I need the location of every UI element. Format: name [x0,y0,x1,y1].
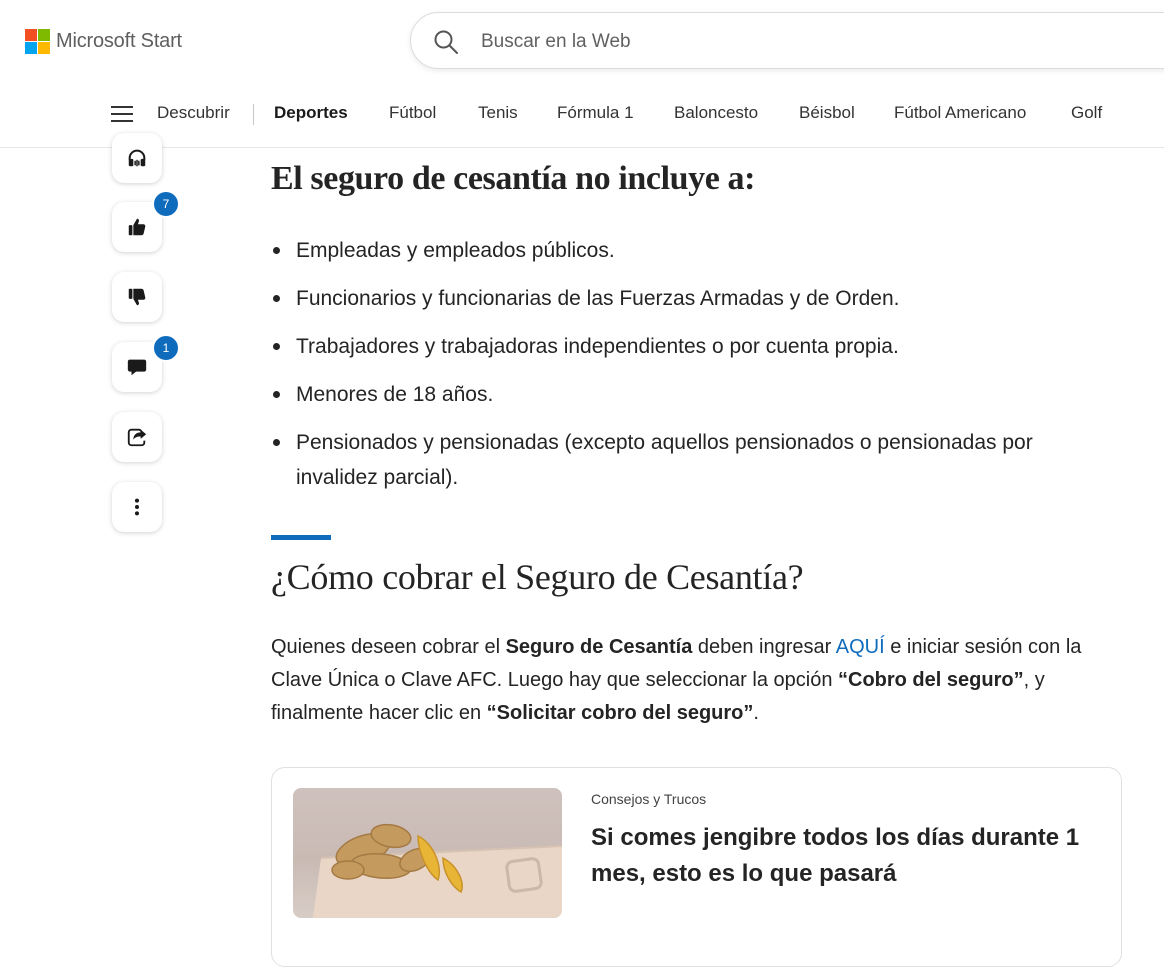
hamburger-menu-icon[interactable] [111,106,133,122]
share-icon [127,428,147,447]
nav-divider [253,104,254,125]
article-paragraph: Quienes deseen cobrar el Seguro de Cesan… [271,631,1131,730]
search-icon[interactable] [433,29,459,55]
thumbs-down-icon [128,288,146,306]
aqui-link[interactable]: AQUÍ [836,636,885,658]
paragraph-text: deben ingresar [692,636,836,658]
search-input[interactable] [479,26,1083,58]
list-item: Empleadas y empleados públicos. [271,233,1111,268]
headphones-icon [128,149,146,167]
paragraph-bold-text: Seguro de Cesantía [505,636,693,658]
nav-item-golf[interactable]: Golf [1071,103,1102,123]
thumbs-up-icon [128,218,146,236]
nav-item-beisbol[interactable]: Béisbol [799,103,855,123]
search-box[interactable] [410,12,1164,69]
list-item: Pensionados y pensionadas (excepto aquel… [271,425,1111,495]
paragraph-text: . [753,702,759,724]
more-options-button[interactable] [112,482,162,532]
comment-icon [127,359,147,376]
card-title[interactable]: Si comes jengibre todos los días durante… [591,820,1091,892]
nav-item-futbol-americano[interactable]: Fútbol Americano [894,103,1026,123]
nav-item-baloncesto[interactable]: Baloncesto [674,103,758,123]
more-vertical-icon [134,498,140,516]
nav-item-deportes[interactable]: Deportes [274,103,348,123]
article-subheading: El seguro de cesantía no incluye a: [271,160,756,197]
section-accent-bar [271,535,331,540]
brand-name: Microsoft Start [56,30,182,52]
section-heading: ¿Cómo cobrar el Seguro de Cesantía? [271,557,804,597]
ginger-thumbnail[interactable] [293,788,562,918]
paragraph-bold-text: “Solicitar cobro del seguro” [486,702,754,724]
nav-item-futbol[interactable]: Fútbol [389,103,436,123]
list-item: Funcionarios y funcionarias de las Fuerz… [271,281,1111,316]
microsoft-start-logo[interactable]: Microsoft Start [25,29,182,54]
list-item: Menores de 18 años. [271,377,1111,412]
category-nav: Descubrir Deportes Fútbol Tenis Fórmula … [0,84,1164,148]
nav-item-tenis[interactable]: Tenis [478,103,518,123]
ginger-image [313,823,562,918]
card-category: Consejos y Trucos [591,791,707,807]
listen-button[interactable] [112,133,162,183]
comment-count-badge: 1 [152,334,180,362]
share-button[interactable] [112,412,162,462]
dislike-button[interactable] [112,272,162,322]
paragraph-text: Quienes deseen cobrar el [271,636,506,658]
nav-item-formula-1[interactable]: Fórmula 1 [557,103,634,123]
microsoft-logo-icon [25,29,50,54]
list-item: Trabajadores y trabajadoras independient… [271,329,1111,364]
related-article-card[interactable]: Consejos y Trucos Si comes jengibre todo… [271,767,1122,967]
like-count-badge: 7 [152,190,180,218]
paragraph-bold-text: “Cobro del seguro” [838,669,1024,691]
exclusions-list: Empleadas y empleados públicos. Funciona… [271,233,1111,508]
nav-item-descubrir[interactable]: Descubrir [157,103,230,123]
